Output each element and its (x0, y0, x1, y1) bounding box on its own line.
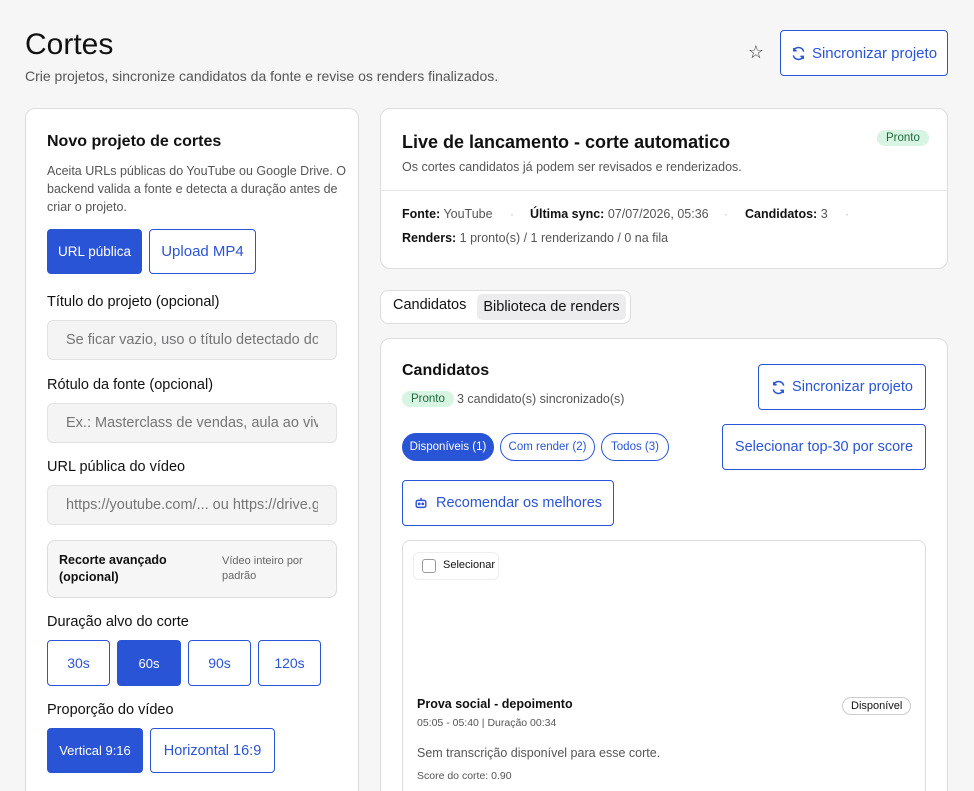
candidate-score: Score do corte: 0.90 (417, 770, 512, 782)
sync-project-button[interactable]: Sincronizar projeto (780, 30, 948, 76)
select-label: Selecionar (443, 559, 495, 571)
availability-badge: Disponível (842, 697, 912, 715)
star-icon[interactable]: ☆ (746, 42, 766, 62)
duration-60s-button[interactable]: 60s (117, 640, 181, 686)
separator-dot: · (724, 207, 728, 221)
candidate-title: Prova social - depoimento (417, 697, 573, 711)
new-project-title: Novo projeto de cortes (47, 133, 222, 150)
robot-icon (415, 497, 427, 509)
project-subtitle: Os cortes candidatos já podem ser revisa… (402, 160, 742, 174)
candidates-count: 3 candidato(s) sincronizado(s) (457, 392, 625, 406)
ratio-label: Proporção do vídeo (47, 702, 174, 718)
ratio-horizontal-button[interactable]: Horizontal 16:9 (150, 728, 275, 773)
sync-project-label: Sincronizar projeto (811, 44, 938, 62)
tab-upload-mp4[interactable]: Upload MP4 (149, 229, 256, 274)
advanced-crop-title: Recorte avançado (opcional) (59, 553, 167, 584)
separator-dot: · (845, 207, 849, 221)
project-title-label: Título do projeto (opcional) (47, 294, 220, 310)
meta-last-sync: Última sync: 07/07/2026, 05:36 (530, 207, 709, 221)
candidates-title: Candidatos (402, 362, 490, 379)
select-top30-button[interactable]: Selecionar top-30 por score (722, 424, 926, 470)
duration-120s-button[interactable]: 120s (258, 640, 321, 686)
duration-label: Duração alvo do corte (47, 614, 189, 630)
duration-30s-button[interactable]: 30s (47, 640, 110, 686)
source-label-input[interactable] (47, 403, 337, 443)
meta-renders: Renders: 1 pronto(s) / 1 renderizando / … (402, 231, 669, 245)
page-title: Cortes (25, 28, 114, 61)
candidate-description: Sem transcrição disponível para esse cor… (417, 746, 661, 760)
project-title: Live de lancamento - corte automatico (402, 132, 731, 152)
meta-candidates: Candidatos: 3 (745, 207, 828, 221)
filter-all[interactable]: Todos (3) (601, 433, 669, 461)
recommend-best-button[interactable]: Recomendar os melhores (402, 480, 614, 526)
sync-candidates-button[interactable]: Sincronizar projeto (758, 364, 926, 410)
page-subtitle: Crie projetos, sincronize candidatos da … (25, 68, 499, 84)
status-badge: Pronto (402, 391, 454, 407)
refresh-icon (792, 46, 805, 60)
filter-available[interactable]: Disponíveis (1) (402, 433, 494, 461)
advanced-crop-note: Vídeo inteiro por padrão (222, 555, 303, 582)
recommend-best-label: Recomendar os melhores (435, 495, 603, 511)
meta-source: Fonte: YouTube (402, 207, 493, 221)
status-badge: Pronto (877, 130, 929, 146)
sync-candidates-label: Sincronizar projeto (792, 379, 913, 395)
duration-90s-button[interactable]: 90s (188, 640, 251, 686)
ratio-vertical-button[interactable]: Vertical 9:16 (47, 728, 143, 773)
video-url-label: URL pública do vídeo (47, 459, 186, 475)
project-title-input[interactable] (47, 320, 337, 360)
divider (381, 190, 947, 191)
tab-public-url[interactable]: URL pública (47, 229, 142, 274)
separator-dot: · (510, 207, 514, 221)
video-url-input[interactable] (47, 485, 337, 525)
source-label-label: Rótulo da fonte (opcional) (47, 377, 214, 393)
tab-render-library[interactable]: Biblioteca de renders (477, 294, 626, 320)
filter-with-render[interactable]: Com render (2) (500, 433, 595, 461)
select-checkbox[interactable] (422, 559, 436, 573)
new-project-description: Aceita URLs públicas do YouTube ou Googl… (47, 164, 347, 214)
tab-candidates[interactable]: Candidatos (393, 297, 466, 313)
refresh-icon (772, 380, 785, 394)
candidate-time: 05:05 - 05:40 | Duração 00:34 (417, 717, 557, 729)
